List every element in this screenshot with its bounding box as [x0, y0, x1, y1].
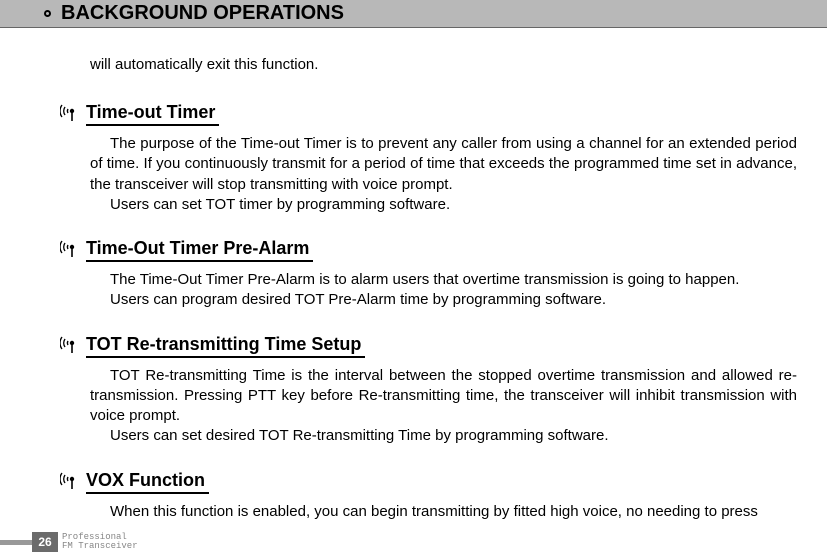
section-head: Time-out Timer	[60, 101, 797, 126]
section-head: VOX Function	[60, 469, 797, 494]
paragraph: Users can program desired TOT Pre-Alarm …	[90, 290, 797, 310]
section-tot-retransmit: TOT Re-transmitting Time Setup TOT Re-tr…	[60, 333, 797, 447]
paragraph: Users can set desired TOT Re-transmittin…	[90, 426, 797, 446]
section-title: Time-out Timer	[86, 102, 219, 126]
section-head: Time-Out Timer Pre-Alarm	[60, 237, 797, 262]
signal-icon	[60, 101, 82, 126]
section-vox: VOX Function When this function is enabl…	[60, 469, 797, 522]
paragraph: TOT Re-transmitting Time is the interval…	[90, 366, 797, 427]
section-tot-prealarm: Time-Out Timer Pre-Alarm The Time-Out Ti…	[60, 237, 797, 311]
section-title: Time-Out Timer Pre-Alarm	[86, 238, 313, 262]
paragraph: When this function is enabled, you can b…	[90, 502, 797, 522]
content-area: will automatically exit this function. T…	[0, 28, 827, 522]
section-timeout-timer: Time-out Timer The purpose of the Time-o…	[60, 101, 797, 215]
section-title: TOT Re-transmitting Time Setup	[86, 334, 365, 358]
section-body: The Time-Out Timer Pre-Alarm is to alarm…	[90, 270, 797, 311]
paragraph: Users can set TOT timer by programming s…	[90, 195, 797, 215]
bullet-icon	[44, 10, 51, 17]
signal-icon	[60, 469, 82, 494]
intro-text: will automatically exit this function.	[90, 56, 797, 73]
section-body: TOT Re-transmitting Time is the interval…	[90, 366, 797, 447]
footer-line2: FM Transceiver	[62, 542, 138, 551]
signal-icon	[60, 237, 82, 262]
page-number-badge: 26	[32, 532, 58, 552]
paragraph: The purpose of the Time-out Timer is to …	[90, 134, 797, 195]
footer-text: Professional FM Transceiver	[62, 533, 138, 552]
footer-rule	[0, 540, 32, 545]
paragraph: The Time-Out Timer Pre-Alarm is to alarm…	[90, 270, 797, 290]
section-head: TOT Re-transmitting Time Setup	[60, 333, 797, 358]
signal-icon	[60, 333, 82, 358]
section-body: The purpose of the Time-out Timer is to …	[90, 134, 797, 215]
section-title: VOX Function	[86, 470, 209, 494]
header-title: BACKGROUND OPERATIONS	[61, 2, 344, 25]
page-footer: 26 Professional FM Transceiver	[0, 532, 138, 552]
page-header: BACKGROUND OPERATIONS	[0, 0, 827, 28]
section-body: When this function is enabled, you can b…	[90, 502, 797, 522]
